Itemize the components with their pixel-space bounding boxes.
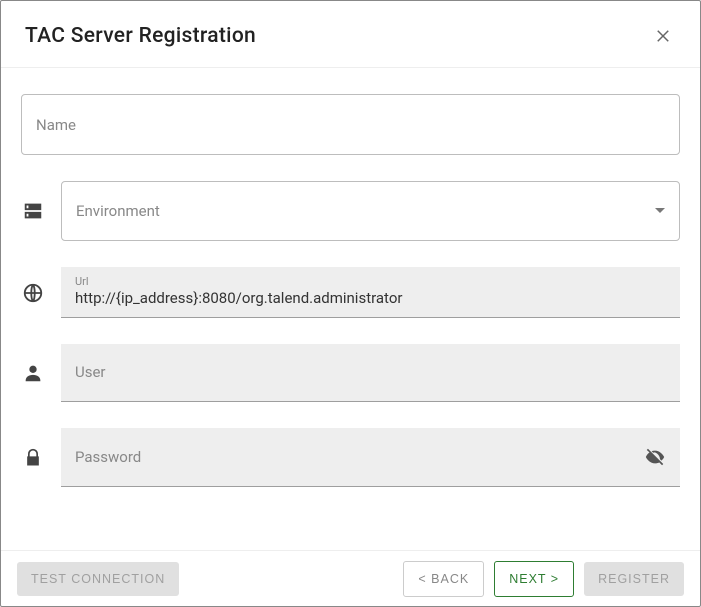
dialog-header: TAC Server Registration [1,1,700,68]
dns-icon [21,200,45,222]
name-label: Name [36,116,76,134]
user-input[interactable]: User [61,344,680,402]
back-button[interactable]: < BACK [403,561,484,597]
close-button[interactable] [650,23,676,49]
user-icon [21,362,45,384]
url-input[interactable]: Url http://{ip_address}:8080/org.talend.… [61,267,680,318]
environment-label: Environment [76,202,160,220]
dropdown-arrow-icon [655,208,665,214]
visibility-off-icon[interactable] [644,446,666,468]
user-row: User [21,344,680,402]
environment-select[interactable]: Environment [61,181,680,241]
test-connection-button[interactable]: TEST CONNECTION [17,562,179,596]
url-value: http://{ip_address}:8080/org.talend.admi… [75,288,666,309]
globe-icon [21,282,45,304]
user-label: User [75,362,666,383]
name-input[interactable]: Name [21,94,680,155]
next-button[interactable]: NEXT > [494,561,574,597]
environment-row: Environment [21,181,680,241]
register-button[interactable]: REGISTER [584,562,684,596]
close-icon [654,27,672,45]
lock-icon [21,447,45,469]
dialog-title: TAC Server Registration [25,24,256,48]
password-row: Password [21,428,680,487]
url-label: Url [75,275,666,288]
password-label: Password [75,447,141,468]
dialog-footer: TEST CONNECTION < BACK NEXT > REGISTER [1,550,700,606]
form-area: Name Environment Url h [1,68,700,487]
password-input[interactable]: Password [61,428,680,487]
url-row: Url http://{ip_address}:8080/org.talend.… [21,267,680,318]
